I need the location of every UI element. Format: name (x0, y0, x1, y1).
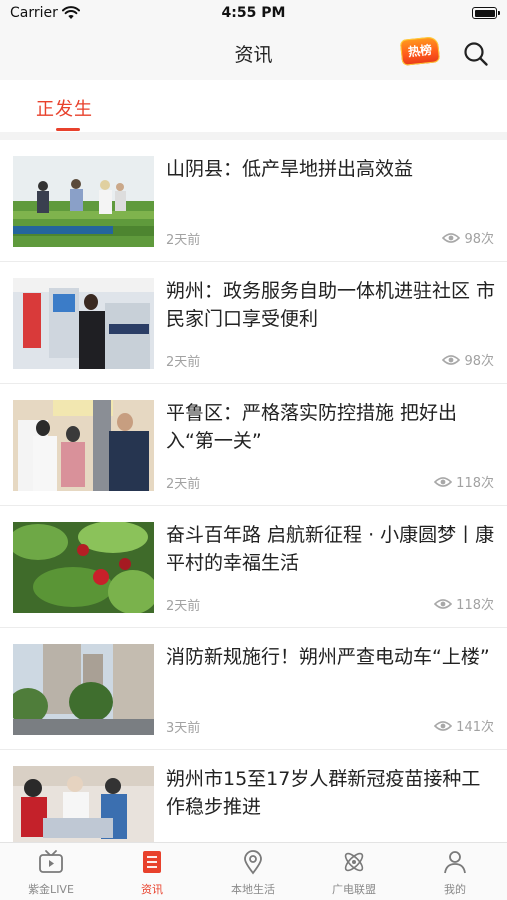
category-tabs: 正发生 (0, 80, 507, 132)
news-title: 奋斗百年路 启航新征程 · 小康圆梦丨康平村的幸福生活 (166, 524, 495, 574)
search-icon[interactable] (462, 40, 490, 68)
tab-active-indicator (56, 128, 80, 131)
tab-zhengfasheng[interactable]: 正发生 (36, 95, 93, 121)
news-thumbnail (13, 400, 154, 491)
news-item[interactable]: 山阴县：低产旱地拼出高效益 2天前 98次 (0, 140, 507, 262)
news-views: 141次 (434, 716, 494, 735)
atom-icon (344, 852, 364, 872)
news-views: 98次 (442, 350, 494, 369)
news-title: 山阴县：低产旱地拼出高效益 (166, 158, 414, 180)
news-view-count: 98次 (464, 232, 494, 247)
location-pin-icon (244, 850, 262, 875)
battery-icon (472, 7, 500, 19)
news-thumbnail (13, 644, 154, 735)
bottom-tab-label: 本地生活 (231, 883, 275, 896)
news-view-count: 118次 (456, 476, 494, 491)
news-item[interactable]: 朔州：政务服务自助一体机进驻社区 市民家门口享受便利 2天前 98次 (0, 262, 507, 384)
news-views: 118次 (434, 472, 494, 491)
bottom-tab-label: 广电联盟 (332, 883, 376, 896)
bottom-tab-bar: 紫金LIVE 资讯 本地生活 广电联盟 我的 (0, 842, 507, 900)
status-time: 4:55 PM (221, 5, 286, 21)
news-views: 118次 (434, 594, 494, 613)
news-time: 2天前 (166, 355, 201, 370)
news-item[interactable]: 消防新规施行！朔州严查电动车“上楼” 3天前 141次 (0, 628, 507, 750)
news-view-count: 141次 (456, 720, 494, 735)
eye-icon (442, 354, 461, 365)
bottom-tab-label: 紫金LIVE (28, 883, 74, 896)
eye-icon (442, 232, 461, 243)
news-title: 朔州：政务服务自助一体机进驻社区 市民家门口享受便利 (166, 280, 496, 330)
eye-icon (434, 598, 453, 609)
bottom-tab-zijin-live[interactable]: 紫金LIVE (11, 849, 91, 897)
news-thumbnail (13, 522, 154, 613)
news-list-icon (143, 851, 161, 873)
status-bar: Carrier 4:55 PM (0, 0, 507, 28)
hot-list-button[interactable]: 热榜 (399, 36, 441, 66)
bottom-tab-label: 资讯 (141, 883, 163, 896)
tv-icon (39, 850, 63, 873)
bottom-tab-me[interactable]: 我的 (415, 849, 495, 897)
news-time: 2天前 (166, 233, 201, 248)
news-time: 3天前 (166, 721, 201, 736)
news-item[interactable]: 奋斗百年路 启航新征程 · 小康圆梦丨康平村的幸福生活 2天前 118次 (0, 506, 507, 628)
user-icon (444, 851, 466, 874)
bottom-tab-broadcast-alliance[interactable]: 广电联盟 (314, 849, 394, 897)
eye-icon (434, 720, 453, 731)
news-item[interactable]: 平鲁区：严格落实防控措施 把好出入“第一关” 2天前 118次 (0, 384, 507, 506)
news-title: 平鲁区：严格落实防控措施 把好出入“第一关” (166, 402, 458, 452)
news-views: 98次 (442, 228, 494, 247)
news-time: 2天前 (166, 599, 201, 614)
news-item[interactable]: 朔州市15至17岁人群新冠疫苗接种工作稳步推进 (0, 750, 507, 842)
news-list: 山阴县：低产旱地拼出高效益 2天前 98次 朔州：政务服务自助一体机进驻社区 市… (0, 140, 507, 842)
bottom-tab-local-life[interactable]: 本地生活 (213, 849, 293, 897)
news-view-count: 118次 (456, 598, 494, 613)
eye-icon (434, 476, 453, 487)
news-title: 朔州市15至17岁人群新冠疫苗接种工作稳步推进 (166, 768, 481, 818)
news-time: 2天前 (166, 477, 201, 492)
bottom-tab-news[interactable]: 资讯 (112, 849, 192, 897)
bottom-tab-label: 我的 (444, 883, 466, 896)
news-thumbnail (13, 278, 154, 369)
news-thumbnail (13, 766, 154, 842)
news-title: 消防新规施行！朔州严查电动车“上楼” (166, 646, 490, 668)
news-thumbnail (13, 156, 154, 247)
news-view-count: 98次 (464, 354, 494, 369)
nav-bar: 资讯 热榜 (0, 28, 507, 80)
